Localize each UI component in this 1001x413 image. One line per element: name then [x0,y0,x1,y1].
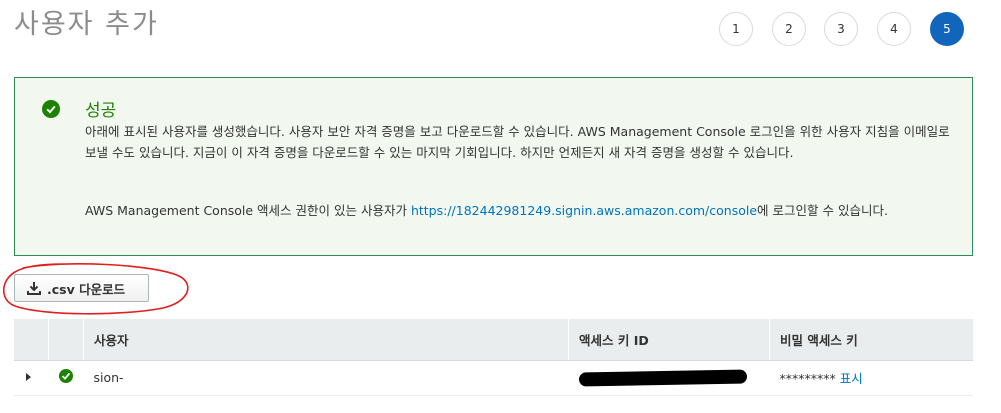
success-alert: 성공 아래에 표시된 사용자를 생성했습니다. 사용자 보안 자격 증명을 보고… [14,77,973,256]
redacted-mark [578,369,747,387]
download-csv-label: .csv 다운로드 [47,281,126,297]
step-5[interactable]: 5 [930,12,964,46]
expand-column-header [14,319,49,361]
console-suffix-text: 에 로그인할 수 있습니다. [757,203,888,218]
table-row: sion- ********* 표시 [14,360,973,395]
caret-right-icon[interactable] [24,372,32,382]
secret-key-cell: ********* 표시 [770,360,974,395]
status-cell [49,360,84,395]
download-icon [27,281,41,295]
console-signin-link[interactable]: https://182442981249.signin.aws.amazon.c… [411,203,757,218]
column-header-user: 사용자 [83,319,569,361]
page-title: 사용자 추가 [14,9,159,40]
step-4[interactable]: 4 [877,12,911,46]
user-credentials-table: 사용자 액세스 키 ID 비밀 액세스 키 sion- ********* 표시 [14,319,973,396]
step-3[interactable]: 3 [824,12,858,46]
column-header-secret-key: 비밀 액세스 키 [769,319,973,361]
expand-cell[interactable] [14,360,49,395]
download-csv-button[interactable]: .csv 다운로드 [14,274,149,302]
column-header-access-key-id: 액세스 키 ID [568,319,770,361]
alert-title: 성공 [85,101,117,121]
user-name-cell: sion- [93,370,124,385]
check-circle-icon [58,369,73,383]
step-1[interactable]: 1 [719,12,753,46]
status-column-header [48,319,84,361]
access-key-id-cell [569,360,770,395]
secret-key-masked: ********* [779,371,836,386]
console-prefix-text: AWS Management Console 액세스 권한이 있는 사용자가 [85,203,411,218]
table-header-row: 사용자 액세스 키 ID 비밀 액세스 키 [14,319,973,361]
show-secret-link[interactable]: 표시 [840,371,863,386]
console-login-message: AWS Management Console 액세스 권한이 있는 사용자가 h… [85,200,965,221]
check-circle-icon [42,100,60,118]
step-2[interactable]: 2 [772,12,806,46]
alert-message: 아래에 표시된 사용자를 생성했습니다. 사용자 보안 자격 증명을 보고 다운… [85,124,950,160]
